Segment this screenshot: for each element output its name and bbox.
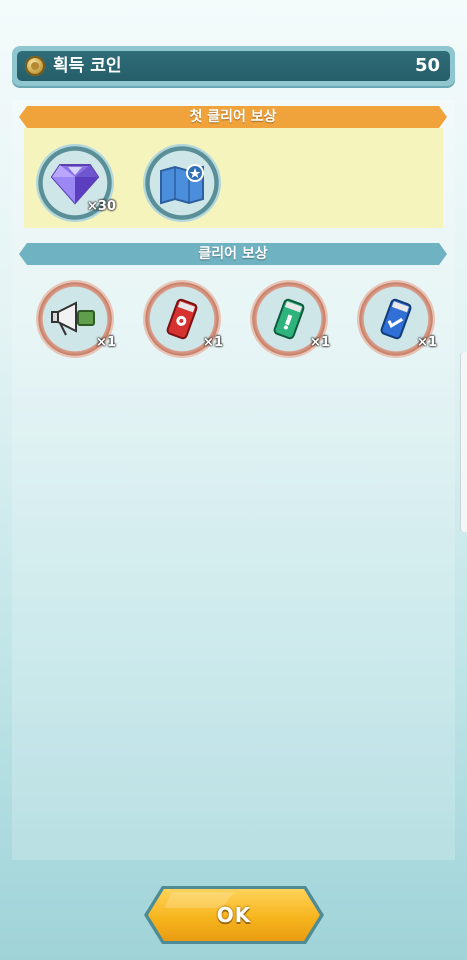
coin-icon <box>25 56 45 76</box>
scrollbar-handle[interactable] <box>460 352 467 532</box>
reward-item-red-can[interactable]: ×1 <box>143 280 223 358</box>
reward-item-map[interactable] <box>143 144 221 222</box>
green-can-qty: ×1 <box>310 335 330 350</box>
blue-can-qty: ×1 <box>417 335 437 350</box>
reward-item-blue-can[interactable]: ×1 <box>357 280 437 358</box>
megaphone-qty: ×1 <box>96 335 116 350</box>
clear-reward-title: 클리어 보상 <box>19 243 447 265</box>
ok-button[interactable]: OK <box>142 884 326 946</box>
red-can-icon <box>166 298 198 340</box>
megaphone-icon <box>51 301 95 336</box>
coin-bar-inner: 획득 코인 50 <box>17 51 450 81</box>
reward-item-diamond[interactable]: ×30 <box>36 144 116 222</box>
map-icon <box>160 164 204 205</box>
ok-button-label: OK <box>216 903 252 927</box>
diamond-qty: ×30 <box>87 199 116 214</box>
coin-bar: 획득 코인 50 <box>12 46 455 86</box>
first-clear-title: 첫 클리어 보상 <box>19 106 447 128</box>
blue-can-icon <box>380 298 412 340</box>
reward-item-megaphone[interactable]: ×1 <box>36 280 116 358</box>
red-can-qty: ×1 <box>203 335 223 350</box>
green-can-icon <box>273 298 305 340</box>
reward-item-green-can[interactable]: ×1 <box>250 280 330 358</box>
coin-value: 50 <box>414 55 440 76</box>
coin-label: 획득 코인 <box>53 56 122 76</box>
